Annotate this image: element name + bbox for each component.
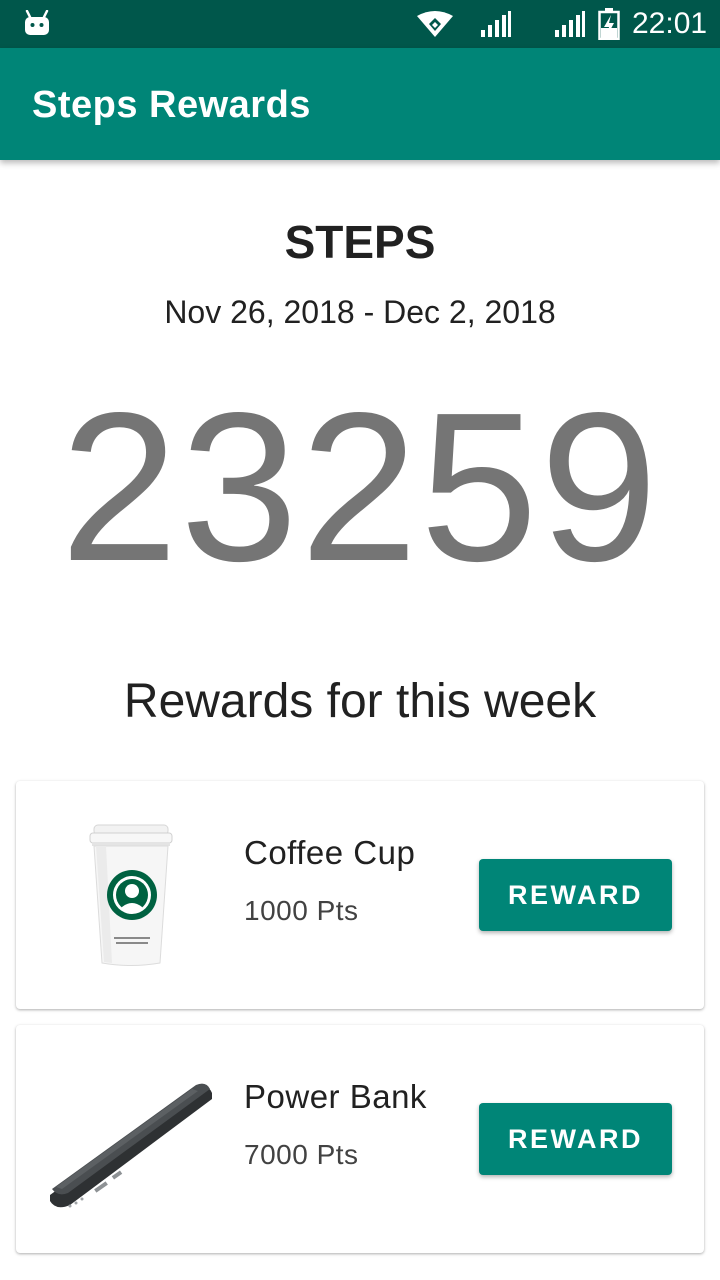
app-title: Steps Rewards [32, 84, 311, 126]
reward-card: Power Bank 7000 Pts REWARD [16, 1025, 704, 1253]
steps-heading: STEPS [284, 216, 436, 268]
status-bar-clock: 22:01 [632, 7, 708, 40]
signal-icon [555, 11, 585, 37]
reward-button[interactable]: REWARD [479, 1103, 672, 1175]
reward-name: Power Bank [244, 1078, 427, 1115]
reward-points: 1000 Pts [244, 895, 359, 926]
reward-card: Coffee Cup 1000 Pts REWARD [16, 781, 704, 1009]
steps-count: 23259 [60, 368, 660, 605]
signal-icon [481, 11, 511, 37]
android-icon [25, 10, 49, 35]
wifi-icon [417, 11, 453, 37]
battery-charging-icon [598, 8, 620, 40]
app-bar: Steps Rewards [0, 48, 720, 160]
coffee-cup-image [89, 824, 173, 966]
reward-button[interactable]: REWARD [479, 859, 672, 931]
rewards-heading: Rewards for this week [123, 675, 597, 728]
status-bar: 22:01 [0, 0, 720, 48]
date-range: Nov 26, 2018 - Dec 2, 2018 [164, 294, 556, 330]
reward-name: Coffee Cup [244, 834, 416, 871]
power-bank-image [50, 1083, 212, 1208]
reward-points: 7000 Pts [244, 1139, 359, 1170]
